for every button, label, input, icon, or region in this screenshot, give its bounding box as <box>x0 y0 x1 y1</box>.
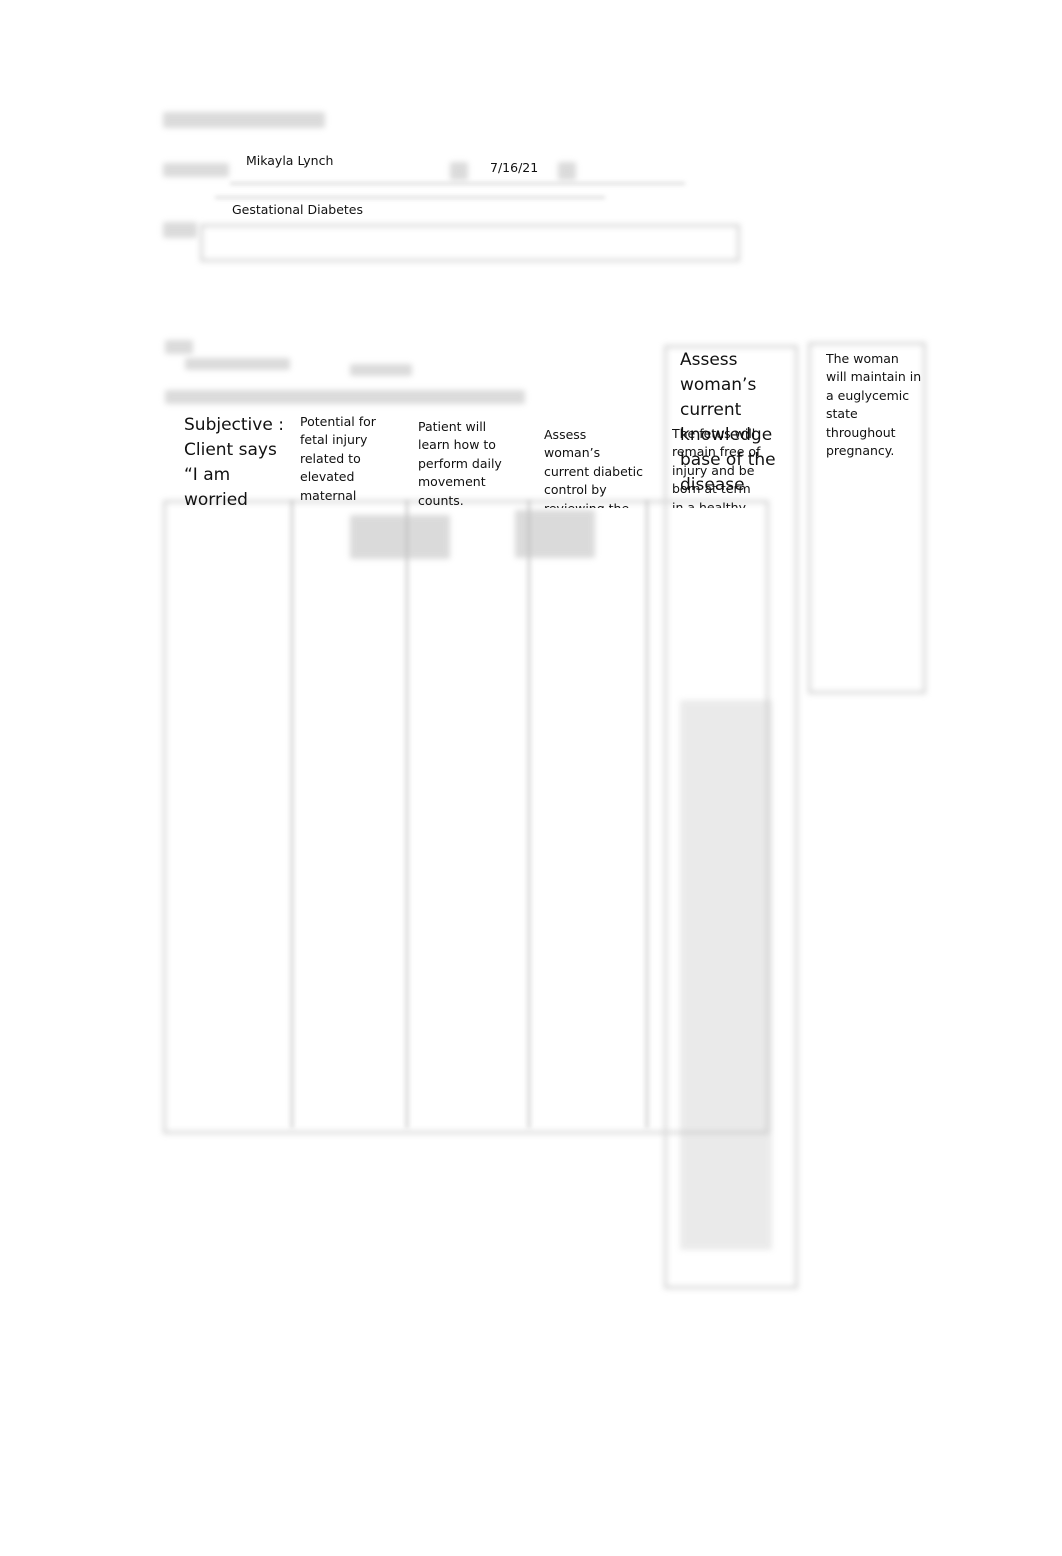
column-divider <box>405 500 409 1128</box>
column-divider <box>527 500 531 1128</box>
knowledge-intervention-text: Assess woman’s current knowledge base of… <box>680 350 776 495</box>
blurred-cell-text <box>350 515 450 559</box>
woman-outcome-text: The woman will maintain in a euglycemic … <box>826 351 922 459</box>
assessment-cell: Subjective : Client says “I am worried <box>184 415 284 510</box>
nursing-diagnosis-cell: Potential for fetal injury related to el… <box>300 414 376 503</box>
blurred-diagnosis-label <box>163 222 197 238</box>
intervention-cell: Assess woman’s current diabetic control … <box>544 427 644 508</box>
blurred-column-header <box>350 364 412 376</box>
blurred-field-marker <box>450 162 468 180</box>
diagnosis-value: Gestational Diabetes <box>232 202 363 217</box>
blurred-name-label <box>163 163 229 177</box>
date-value: 7/16/21 <box>490 160 539 175</box>
blurred-column-header <box>185 358 290 370</box>
blurred-document-title <box>163 112 325 128</box>
student-name: Mikayla Lynch <box>246 153 334 168</box>
blurred-field-marker <box>558 162 576 180</box>
column-divider <box>290 500 294 1128</box>
name-underline <box>230 182 685 185</box>
column-divider <box>645 500 649 1128</box>
blurred-table-heading <box>165 390 525 404</box>
blurred-overflow-text <box>680 700 772 1250</box>
blurred-cell-text <box>515 510 595 558</box>
blurred-table-label <box>165 340 193 354</box>
field-line <box>215 196 605 199</box>
goal-cell: Patient will learn how to perform daily … <box>418 419 502 508</box>
diagnosis-field-box <box>200 224 740 262</box>
